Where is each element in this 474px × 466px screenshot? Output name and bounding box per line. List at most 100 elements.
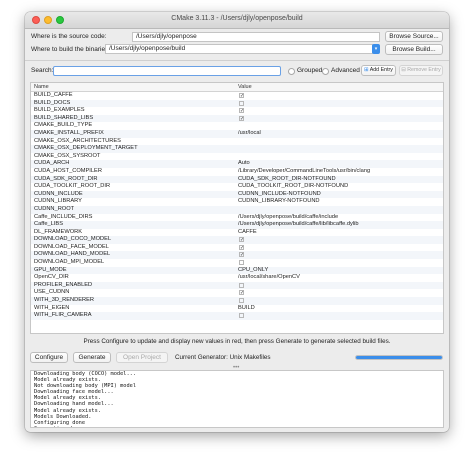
variable-name: USE_CUDNN bbox=[34, 289, 70, 296]
table-row[interactable]: WITH_3D_RENDERER bbox=[31, 297, 443, 305]
value-checkbox[interactable] bbox=[239, 290, 244, 296]
configure-button[interactable]: Configure bbox=[30, 352, 68, 363]
cmake-window: CMake 3.11.3 - /Users/djly/openpose/buil… bbox=[25, 12, 449, 432]
table-row[interactable]: CUDA_HOST_COMPILER/Library/Developer/Com… bbox=[31, 168, 443, 176]
value-checkbox[interactable] bbox=[239, 252, 244, 258]
table-row[interactable]: CUDNN_INCLUDE CUDNN_INCLUDE-NOTFOUND bbox=[31, 190, 443, 199]
browse-build-button[interactable]: Browse Build... bbox=[385, 44, 443, 55]
variable-name: WITH_FLIR_CAMERA bbox=[34, 312, 92, 319]
table-row[interactable]: CMAKE_OSX_SYSROOT bbox=[31, 153, 443, 161]
variable-name: WITH_EIGEN bbox=[34, 304, 70, 311]
column-header-name[interactable]: Name bbox=[34, 83, 49, 91]
window-title: CMake 3.11.3 - /Users/djly/openpose/buil… bbox=[171, 15, 303, 22]
variable-name: DOWNLOAD_MPI_MODEL bbox=[34, 259, 105, 266]
grouped-checkbox[interactable] bbox=[288, 68, 295, 75]
variable-name: CUDNN_ROOT bbox=[34, 205, 75, 212]
table-row[interactable]: BUILD_SHARED_LIBS bbox=[31, 114, 443, 123]
variable-value[interactable]: /usr/local/share/OpenCV bbox=[238, 274, 300, 282]
value-checkbox[interactable] bbox=[239, 244, 244, 250]
remove-entry-button[interactable]: ⊟ Remove Entry bbox=[399, 65, 443, 76]
current-generator-label: Current Generator: Unix Makefiles bbox=[175, 354, 271, 361]
advanced-label: Advanced bbox=[331, 67, 360, 74]
table-header: Name Value bbox=[31, 83, 443, 92]
plus-icon: ⊞ bbox=[364, 67, 369, 73]
variable-value[interactable]: CUDA_SDK_ROOT_DIR-NOTFOUND bbox=[238, 176, 336, 184]
build-label: Where to build the binaries: bbox=[31, 46, 111, 53]
variable-name: BUILD_CAFFE bbox=[34, 92, 73, 98]
title-bar[interactable]: CMake 3.11.3 - /Users/djly/openpose/buil… bbox=[25, 12, 449, 29]
variable-value[interactable]: CUDNN_INCLUDE-NOTFOUND bbox=[238, 191, 321, 199]
value-checkbox[interactable] bbox=[239, 115, 244, 121]
cache-variables-table[interactable]: Name Value BUILD_CAFFEBUILD_DOCSBUILD_EX… bbox=[30, 82, 444, 334]
variable-name: WITH_3D_RENDERER bbox=[34, 297, 95, 304]
variable-value[interactable]: /usr/local bbox=[238, 130, 261, 138]
value-checkbox[interactable] bbox=[239, 260, 244, 266]
table-row[interactable]: CUDA_ARCH Auto bbox=[31, 160, 443, 168]
table-row[interactable]: DL_FRAMEWORK CAFFE bbox=[31, 229, 443, 237]
table-row[interactable]: Caffe_LIBS/Users/djly/openpose/build/caf… bbox=[31, 221, 443, 229]
variable-value[interactable]: Auto bbox=[238, 160, 250, 168]
table-row[interactable]: DOWNLOAD_HAND_MODEL bbox=[31, 251, 443, 260]
table-row[interactable]: DOWNLOAD_FACE_MODEL bbox=[31, 244, 443, 252]
table-row[interactable]: CUDA_SDK_ROOT_DIR CUDA_SDK_ROOT_DIR-NOTFO… bbox=[31, 175, 443, 184]
variable-name: BUILD_DOCS bbox=[34, 99, 71, 106]
source-label: Where is the source code: bbox=[31, 33, 107, 40]
variable-name: DOWNLOAD_COCO_MODEL bbox=[34, 236, 112, 243]
variable-value[interactable]: /Library/Developer/CommandLineTools/usr/… bbox=[238, 168, 370, 176]
table-body: BUILD_CAFFEBUILD_DOCSBUILD_EXAMPLESBUILD… bbox=[31, 92, 443, 320]
table-row[interactable]: WITH_EIGEN BUILD bbox=[31, 305, 443, 313]
value-checkbox[interactable] bbox=[239, 313, 244, 319]
table-row[interactable]: WITH_FLIR_CAMERA bbox=[31, 312, 443, 320]
table-row[interactable]: BUILD_DOCS bbox=[31, 99, 443, 108]
table-row[interactable]: CMAKE_OSX_DEPLOYMENT_TARGET bbox=[31, 145, 443, 153]
table-row[interactable]: CUDNN_LIBRARY CUDNN_LIBRARY-NOTFOUND bbox=[31, 198, 443, 206]
table-row[interactable]: CUDA_TOOLKIT_ROOT_DIR CUDA_TOOLKIT_ROOT_D… bbox=[31, 183, 443, 191]
table-row[interactable]: DOWNLOAD_MPI_MODEL bbox=[31, 259, 443, 267]
add-entry-button[interactable]: ⊞ Add Entry bbox=[361, 65, 396, 76]
variable-name: Caffe_LIBS bbox=[34, 221, 63, 228]
table-row[interactable]: GPU_MODE CPU_ONLY bbox=[31, 266, 443, 275]
column-header-value[interactable]: Value bbox=[238, 83, 252, 91]
table-row[interactable]: BUILD_CAFFE bbox=[31, 92, 443, 100]
progress-bar bbox=[355, 355, 443, 360]
advanced-checkbox[interactable] bbox=[322, 68, 329, 75]
variable-name: DOWNLOAD_FACE_MODEL bbox=[34, 243, 109, 250]
variable-value[interactable]: CPU_ONLY bbox=[238, 267, 268, 275]
value-checkbox[interactable] bbox=[239, 93, 244, 98]
table-row[interactable]: PROFILER_ENABLED bbox=[31, 281, 443, 290]
variable-value[interactable]: BUILD bbox=[238, 305, 255, 313]
variable-value[interactable]: /Users/djly/openpose/build/caffe/lib/lib… bbox=[238, 221, 359, 229]
log-line: Generating done bbox=[34, 426, 440, 427]
variable-name: DOWNLOAD_HAND_MODEL bbox=[34, 251, 111, 258]
variable-value[interactable]: CUDA_TOOLKIT_ROOT_DIR-NOTFOUND bbox=[238, 183, 348, 191]
dropdown-arrow-icon[interactable]: ▾ bbox=[372, 44, 380, 54]
table-row[interactable]: USE_CUDNN bbox=[31, 289, 443, 297]
table-row[interactable]: Caffe_INCLUDE_DIRS/Users/djly/openpose/b… bbox=[31, 214, 443, 222]
divider bbox=[25, 60, 449, 61]
variable-value[interactable]: CAFFE bbox=[238, 229, 257, 237]
value-checkbox[interactable] bbox=[239, 298, 244, 304]
table-row[interactable]: OpenCV_DIR/usr/local/share/OpenCV bbox=[31, 274, 443, 282]
table-row[interactable]: CMAKE_OSX_ARCHITECTURES bbox=[31, 138, 443, 146]
variable-name: CMAKE_OSX_DEPLOYMENT_TARGET bbox=[34, 145, 138, 152]
value-checkbox[interactable] bbox=[239, 100, 244, 106]
search-input[interactable] bbox=[53, 66, 281, 76]
table-row[interactable]: DOWNLOAD_COCO_MODEL bbox=[31, 236, 443, 244]
value-checkbox[interactable] bbox=[239, 282, 244, 288]
table-row[interactable]: CMAKE_BUILD_TYPE bbox=[31, 122, 443, 130]
browse-source-button[interactable]: Browse Source... bbox=[385, 31, 443, 42]
value-checkbox[interactable] bbox=[239, 237, 244, 243]
table-row[interactable]: BUILD_EXAMPLES bbox=[31, 107, 443, 115]
table-row[interactable]: CUDNN_ROOT bbox=[31, 205, 443, 214]
output-log[interactable]: Downloading body (COCO) model... Model al… bbox=[30, 370, 444, 428]
variable-name: CUDA_SDK_ROOT_DIR bbox=[34, 175, 98, 182]
build-path-combobox[interactable]: /Users/djly/openpose/build bbox=[105, 44, 373, 54]
generate-button[interactable]: Generate bbox=[73, 352, 111, 363]
variable-value[interactable]: CUDNN_LIBRARY-NOTFOUND bbox=[238, 198, 320, 206]
table-row[interactable]: CMAKE_INSTALL_PREFIX/usr/local bbox=[31, 129, 443, 138]
variable-value[interactable]: /Users/djly/openpose/build/caffe/include bbox=[238, 214, 338, 222]
value-checkbox[interactable] bbox=[239, 108, 244, 114]
source-path-field[interactable]: /Users/djly/openpose bbox=[132, 32, 380, 42]
variable-name: Caffe_INCLUDE_DIRS bbox=[34, 213, 93, 220]
open-project-button[interactable]: Open Project bbox=[116, 352, 168, 363]
